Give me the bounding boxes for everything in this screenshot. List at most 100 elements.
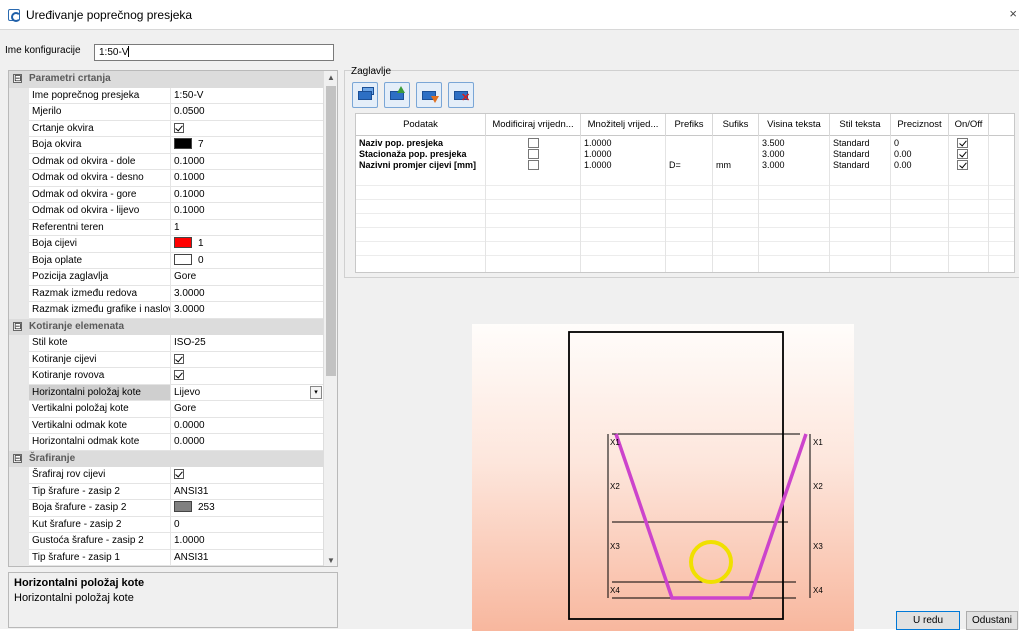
table-cell-sufiks[interactable]: mm (713, 160, 759, 171)
table-cell-stil[interactable]: Standard (830, 160, 891, 171)
collapse-toggle-icon[interactable]: ⊟ (13, 453, 22, 463)
table-cell-mnozitelj[interactable]: 1.0000 (581, 149, 666, 160)
table-row[interactable]: Naziv pop. presjeka 1.0000 3.500 Standard 0 (356, 138, 1014, 149)
property-value[interactable]: 7340152 (171, 566, 324, 567)
table-cell-mnozitelj[interactable]: 1.0000 (581, 138, 666, 149)
property-row[interactable]: Boja šrafure - zasip 17340152 (9, 566, 324, 567)
property-value[interactable]: 3.0000 (171, 286, 324, 302)
property-row[interactable]: Crtanje okvira (9, 120, 324, 137)
property-category[interactable]: ⊟ Parametri crtanja (9, 71, 324, 88)
property-value[interactable] (171, 467, 324, 484)
property-value[interactable]: 0.1000 (171, 203, 324, 220)
table-cell-mnozitelj[interactable]: 1.0000 (581, 160, 666, 171)
table-cell-modify[interactable] (486, 160, 581, 171)
property-row[interactable]: Referentni teren 1 (9, 219, 324, 236)
property-value[interactable] (171, 121, 324, 137)
property-value[interactable]: 1:50-V (171, 88, 324, 104)
property-value[interactable]: 3.0000 (171, 302, 324, 319)
table-cell-prefiks[interactable] (666, 138, 713, 149)
property-row[interactable]: Tip šrafure - zasip 1 ANSI31 (9, 549, 324, 566)
checkbox-unchecked-icon[interactable] (527, 138, 539, 148)
column-header[interactable]: Množitelj vrijed... (581, 114, 666, 136)
property-row[interactable]: Pozicija zaglavlja Gore (9, 269, 324, 286)
table-cell-podatak[interactable]: Stacionaža pop. presjeka (356, 149, 486, 160)
property-value[interactable]: ISO-25 (171, 335, 324, 352)
scroll-thumb[interactable] (326, 86, 336, 376)
property-row[interactable]: Boja cijevi 1 (9, 236, 324, 253)
property-value[interactable]: 0.0500 (171, 104, 324, 121)
property-row[interactable]: Stil kote ISO-25 (9, 335, 324, 352)
property-row[interactable]: Odmak od okvira - dole 0.1000 (9, 153, 324, 170)
property-category[interactable]: ⊟ Šrafiranje (9, 450, 324, 467)
column-header[interactable]: Stil teksta (830, 114, 891, 136)
property-row[interactable]: Razmak između redova 3.0000 (9, 285, 324, 302)
property-value[interactable]: Gore (171, 401, 324, 418)
close-icon[interactable]: × (1009, 6, 1017, 21)
move-down-button[interactable] (416, 82, 442, 108)
checkbox-checked-icon[interactable] (957, 149, 968, 159)
checkbox-unchecked-icon[interactable] (527, 160, 539, 170)
property-grid-scrollbar[interactable]: ▲ ▼ (323, 71, 337, 566)
property-value[interactable]: 1 (171, 236, 324, 253)
property-value[interactable]: 7 (171, 137, 324, 154)
table-cell-sufiks[interactable] (713, 149, 759, 160)
table-row[interactable]: Stacionaža pop. presjeka 1.0000 3.000 Stand… (356, 149, 1014, 160)
table-cell-preciznost[interactable]: 0.00 (891, 149, 949, 160)
collapse-toggle-icon[interactable]: ⊟ (13, 321, 22, 331)
add-row-button[interactable] (352, 82, 378, 108)
move-up-button[interactable] (384, 82, 410, 108)
table-cell-on[interactable] (949, 138, 989, 149)
table-cell-visina[interactable]: 3.500 (759, 138, 830, 149)
property-value[interactable]: 0.0000 (171, 418, 324, 434)
checkbox-checked-icon[interactable] (174, 122, 184, 133)
table-cell-preciznost[interactable]: 0 (891, 138, 949, 149)
checkbox-checked-icon[interactable] (957, 138, 968, 148)
checkbox-unchecked-icon[interactable] (527, 149, 539, 159)
property-value[interactable] (171, 352, 324, 368)
property-row[interactable]: Tip šrafure - zasip 2 ANSI31 (9, 483, 324, 500)
table-cell-prefiks[interactable] (666, 149, 713, 160)
property-row[interactable]: Kotiranje cijevi (9, 351, 324, 368)
property-value[interactable]: Lijevo ▾ (171, 385, 324, 401)
property-row[interactable]: Gustoća šrafure - zasip 2 1.0000 (9, 533, 324, 550)
property-row[interactable]: Ime poprečnog presjeka 1:50-V (9, 87, 324, 104)
property-category[interactable]: ⊟ Kotiranje elemenata (9, 318, 324, 335)
scroll-up-arrow-icon[interactable]: ▲ (324, 71, 337, 85)
collapse-toggle-icon[interactable]: ⊟ (13, 74, 22, 83)
property-value[interactable]: 0.1000 (171, 187, 324, 203)
property-value[interactable]: 0.1000 (171, 154, 324, 170)
table-cell-prefiks[interactable]: D= (666, 160, 713, 171)
checkbox-checked-icon[interactable] (174, 370, 184, 380)
table-cell-stil[interactable]: Standard (830, 149, 891, 160)
table-cell-sufiks[interactable] (713, 138, 759, 149)
table-cell-on[interactable] (949, 149, 989, 160)
table-cell-visina[interactable]: 3.000 (759, 149, 830, 160)
property-row[interactable]: Razmak između grafike i naslova 3.0000 (9, 302, 324, 319)
property-value[interactable]: ANSI31 (171, 550, 324, 566)
column-header[interactable]: Sufiks (713, 114, 759, 136)
property-row[interactable]: Mjerilo 0.0500 (9, 104, 324, 121)
property-value[interactable]: 1 (171, 220, 324, 236)
dropdown-arrow-icon[interactable]: ▾ (310, 385, 322, 399)
property-value[interactable]: Gore (171, 269, 324, 286)
property-value[interactable]: 253 (171, 500, 324, 517)
column-header[interactable]: On/Off (949, 114, 989, 136)
column-header[interactable]: Preciznost (891, 114, 949, 136)
property-row[interactable]: Vertikalni položaj kote Gore (9, 401, 324, 418)
table-cell-podatak[interactable]: Nazivni promjer cijevi [mm] (356, 160, 486, 171)
property-value[interactable]: 0.0000 (171, 434, 324, 451)
table-cell-modify[interactable] (486, 138, 581, 149)
checkbox-checked-icon[interactable] (174, 353, 184, 364)
column-header[interactable]: Modificiraj vrijedn... (486, 114, 581, 136)
delete-row-button[interactable]: ✕ (448, 82, 474, 108)
column-header[interactable]: Podatak (356, 114, 486, 136)
table-row[interactable]: Nazivni promjer cijevi [mm] 1.0000 D= mm 3.0… (356, 160, 1014, 171)
property-row[interactable]: Horizontalni položaj kote Lijevo ▾ (9, 384, 324, 401)
property-row[interactable]: Horizontalni odmak kote 0.0000 (9, 434, 324, 451)
property-row[interactable]: Šrafiraj rov cijevi (9, 467, 324, 484)
table-cell-modify[interactable] (486, 149, 581, 160)
property-value[interactable] (171, 368, 324, 385)
property-value[interactable]: 1.0000 (171, 533, 324, 550)
property-row[interactable]: Boja šrafure - zasip 2 253 (9, 500, 324, 517)
ok-button[interactable]: U redu (896, 611, 960, 630)
